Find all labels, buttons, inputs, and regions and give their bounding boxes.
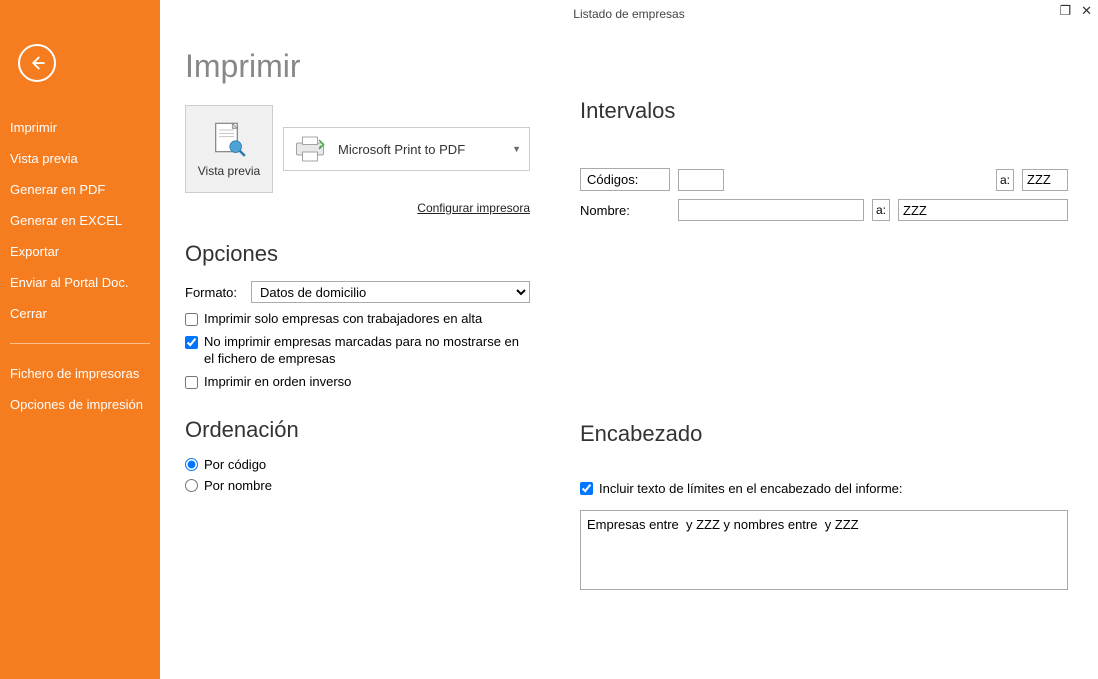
intervals-heading: Intervalos	[580, 98, 1068, 124]
sidebar-item-fichero-impresoras[interactable]: Fichero de impresoras	[0, 358, 160, 389]
printer-select[interactable]: Microsoft Print to PDF ▼	[283, 127, 530, 171]
chevron-down-icon: ▼	[512, 144, 521, 154]
codes-to-label: a:	[996, 169, 1014, 191]
intervals-section: Intervalos Códigos: a: Nombre: a:	[580, 98, 1068, 221]
name-label: Nombre:	[580, 200, 670, 221]
maximize-icon[interactable]: ❐	[1059, 4, 1071, 17]
sidebar-item-generar-pdf[interactable]: Generar en PDF	[0, 174, 160, 205]
chk-inverso[interactable]	[185, 376, 198, 389]
chk-include-limits-label: Incluir texto de límites en el encabezad…	[599, 481, 903, 496]
chk-alta-label: Imprimir solo empresas con trabajadores …	[204, 311, 482, 328]
header-heading: Encabezado	[580, 421, 1068, 447]
window-title: Listado de empresas	[160, 7, 1098, 21]
chk-nomostrar-label: No imprimir empresas marcadas para no mo…	[204, 334, 530, 368]
sidebar-item-imprimir[interactable]: Imprimir	[0, 112, 160, 143]
page-title: Imprimir	[185, 48, 530, 85]
sidebar: Imprimir Vista previa Generar en PDF Gen…	[0, 0, 160, 679]
vista-previa-button[interactable]: Vista previa	[185, 105, 273, 193]
chk-include-limits[interactable]	[580, 482, 593, 495]
sidebar-item-portal-doc[interactable]: Enviar al Portal Doc.	[0, 267, 160, 298]
radio-por-codigo-label: Por código	[204, 457, 266, 472]
codes-to-input[interactable]	[1022, 169, 1068, 191]
sidebar-item-vista-previa[interactable]: Vista previa	[0, 143, 160, 174]
radio-por-codigo[interactable]	[185, 458, 198, 471]
right-column: Intervalos Códigos: a: Nombre: a: Enc	[580, 48, 1068, 659]
sidebar-item-cerrar[interactable]: Cerrar	[0, 298, 160, 329]
header-section: Encabezado Incluir texto de límites en e…	[580, 421, 1068, 595]
format-label: Formato:	[185, 285, 243, 300]
options-heading: Opciones	[185, 241, 530, 267]
printer-name: Microsoft Print to PDF	[338, 142, 502, 157]
sidebar-item-generar-excel[interactable]: Generar en EXCEL	[0, 205, 160, 236]
close-icon[interactable]: ✕	[1081, 4, 1092, 17]
arrow-left-icon	[28, 54, 46, 72]
document-preview-icon	[209, 120, 249, 160]
chk-inverso-label: Imprimir en orden inverso	[204, 374, 351, 391]
name-to-input[interactable]	[898, 199, 1068, 221]
codes-label-button[interactable]: Códigos:	[580, 168, 670, 191]
titlebar: Listado de empresas ❐ ✕	[160, 0, 1098, 28]
radio-por-nombre-label: Por nombre	[204, 478, 272, 493]
printer-icon	[292, 135, 328, 163]
left-column: Imprimir Vista previa	[185, 48, 530, 659]
name-to-label: a:	[872, 199, 890, 221]
chk-alta[interactable]	[185, 313, 198, 326]
header-textarea[interactable]: Empresas entre y ZZZ y nombres entre y Z…	[580, 510, 1068, 590]
vista-previa-label: Vista previa	[198, 164, 260, 178]
sidebar-item-exportar[interactable]: Exportar	[0, 236, 160, 267]
content: Imprimir Vista previa	[160, 28, 1098, 679]
back-button[interactable]	[18, 44, 56, 82]
codes-from-input[interactable]	[678, 169, 724, 191]
name-from-input[interactable]	[678, 199, 864, 221]
ordering-heading: Ordenación	[185, 417, 530, 443]
configure-printer-link[interactable]: Configurar impresora	[185, 201, 530, 215]
format-select[interactable]: Datos de domicilio	[251, 281, 530, 303]
sidebar-divider	[10, 343, 150, 344]
chk-nomostrar[interactable]	[185, 336, 198, 349]
radio-por-nombre[interactable]	[185, 479, 198, 492]
main: Listado de empresas ❐ ✕ Imprimir	[160, 0, 1098, 679]
sidebar-item-opciones-impresion[interactable]: Opciones de impresión	[0, 389, 160, 420]
